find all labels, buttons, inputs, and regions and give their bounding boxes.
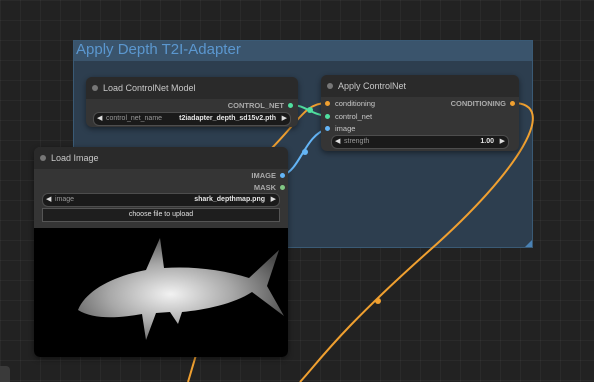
right-arrow-icon[interactable]: ▶ <box>500 136 505 148</box>
strength-slider[interactable]: ◀ strength 1.00 ▶ <box>331 135 509 149</box>
node-title[interactable]: Load Image <box>34 147 288 169</box>
shark-depthmap-image <box>78 238 284 340</box>
node-load-controlnet[interactable]: Load ControlNet Model CONTROL_NET ◀ cont… <box>86 77 298 127</box>
left-arrow-icon[interactable]: ◀ <box>97 113 102 125</box>
input-label: conditioning <box>335 99 376 108</box>
port-image-out[interactable] <box>280 173 285 178</box>
image-preview <box>34 228 288 357</box>
input-control-net: control_net <box>335 112 372 121</box>
output-control-net: CONTROL_NET <box>228 101 284 110</box>
output-mask: MASK <box>254 183 276 192</box>
node-title-text: Load Image <box>51 153 99 163</box>
collapse-dot-icon[interactable] <box>327 83 333 89</box>
output-image: IMAGE <box>251 171 276 180</box>
canvas-corner <box>0 366 10 382</box>
input-conditioning: conditioning <box>335 99 375 108</box>
widget-value: 1.00 <box>480 138 494 145</box>
port-control-net-out[interactable] <box>288 103 293 108</box>
output-label: CONDITIONING <box>450 99 506 108</box>
node-title-text: Load ControlNet Model <box>103 83 196 93</box>
widget-value: shark_depthmap.png <box>194 196 265 203</box>
widget-label: strength <box>344 138 370 145</box>
widget-value: t2iadapter_depth_sd15v2.pth <box>179 115 276 122</box>
widget-label: image <box>55 196 75 203</box>
right-arrow-icon[interactable]: ▶ <box>271 194 276 206</box>
node-title[interactable]: Load ControlNet Model <box>86 77 298 99</box>
node-title-text: Apply ControlNet <box>338 81 407 91</box>
output-label: CONTROL_NET <box>227 101 284 110</box>
collapse-dot-icon[interactable] <box>92 85 98 91</box>
upload-button[interactable]: choose file to upload <box>42 208 280 222</box>
port-control-net-in[interactable] <box>325 114 330 119</box>
wire-bottom <box>187 354 197 382</box>
widget-label: control_net_name <box>106 115 163 122</box>
image-combo[interactable]: ◀ image shark_depthmap.png ▶ <box>42 193 280 207</box>
input-label: image <box>335 124 356 133</box>
wire-image-midpoint <box>302 149 308 155</box>
node-load-image[interactable]: Load Image IMAGE MASK ◀ image shark_dept… <box>34 147 288 357</box>
output-conditioning: CONDITIONING <box>451 99 506 108</box>
collapse-dot-icon[interactable] <box>40 155 46 161</box>
port-conditioning-out[interactable] <box>510 101 515 106</box>
output-label: IMAGE <box>251 171 276 180</box>
port-mask-out[interactable] <box>280 185 285 190</box>
wire-control-net-midpoint <box>307 107 313 113</box>
output-label: MASK <box>253 183 276 192</box>
input-image: image <box>335 124 355 133</box>
wire-conditioning-out-midpoint <box>375 298 381 304</box>
port-image-in[interactable] <box>325 126 330 131</box>
input-label: control_net <box>335 112 373 121</box>
port-conditioning-in[interactable] <box>325 101 330 106</box>
control-net-name-combo[interactable]: ◀ control_net_name t2iadapter_depth_sd15… <box>93 112 291 126</box>
node-title[interactable]: Apply ControlNet <box>321 75 519 97</box>
node-apply-controlnet[interactable]: Apply ControlNet conditioning control_ne… <box>321 75 519 151</box>
left-arrow-icon[interactable]: ◀ <box>335 136 340 148</box>
right-arrow-icon[interactable]: ▶ <box>282 113 287 125</box>
left-arrow-icon[interactable]: ◀ <box>46 194 51 206</box>
